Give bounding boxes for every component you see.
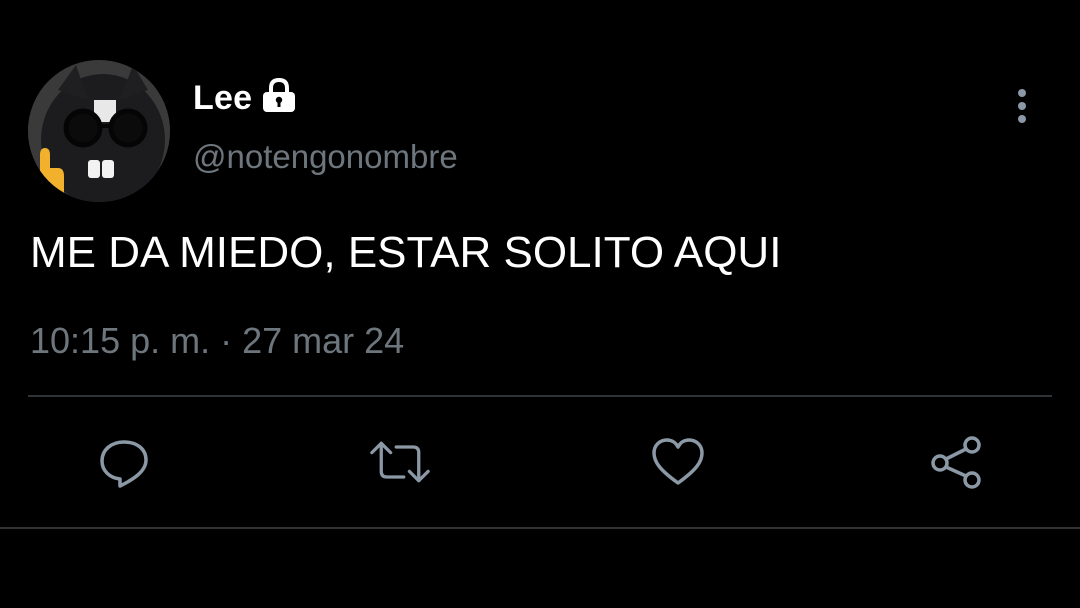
retweet-icon xyxy=(370,441,430,483)
avatar-image xyxy=(28,60,170,202)
tweet-text: ME DA MIEDO, ESTAR SOLITO AQUI xyxy=(30,228,782,277)
retweet-button[interactable] xyxy=(370,432,430,492)
display-name-row: Lee xyxy=(193,76,298,120)
lock-icon xyxy=(260,77,298,114)
display-name[interactable]: Lee xyxy=(193,79,252,118)
more-options-button[interactable] xyxy=(1000,80,1044,134)
share-icon xyxy=(931,436,981,489)
user-handle[interactable]: @notengonombre xyxy=(193,138,458,176)
more-vertical-icon xyxy=(1018,89,1026,123)
divider xyxy=(28,395,1052,397)
avatar[interactable] xyxy=(28,60,170,202)
heart-icon xyxy=(652,438,704,485)
share-button[interactable] xyxy=(926,432,986,492)
reply-button[interactable] xyxy=(94,432,154,492)
tweet-timestamp[interactable]: 10:15 p. m. · 27 mar 24 xyxy=(30,320,404,362)
like-button[interactable] xyxy=(648,432,708,492)
divider xyxy=(0,527,1080,529)
tweet: Lee @notengonombre ME DA MIEDO, ESTAR SO… xyxy=(0,0,1080,608)
reply-icon xyxy=(100,440,148,488)
